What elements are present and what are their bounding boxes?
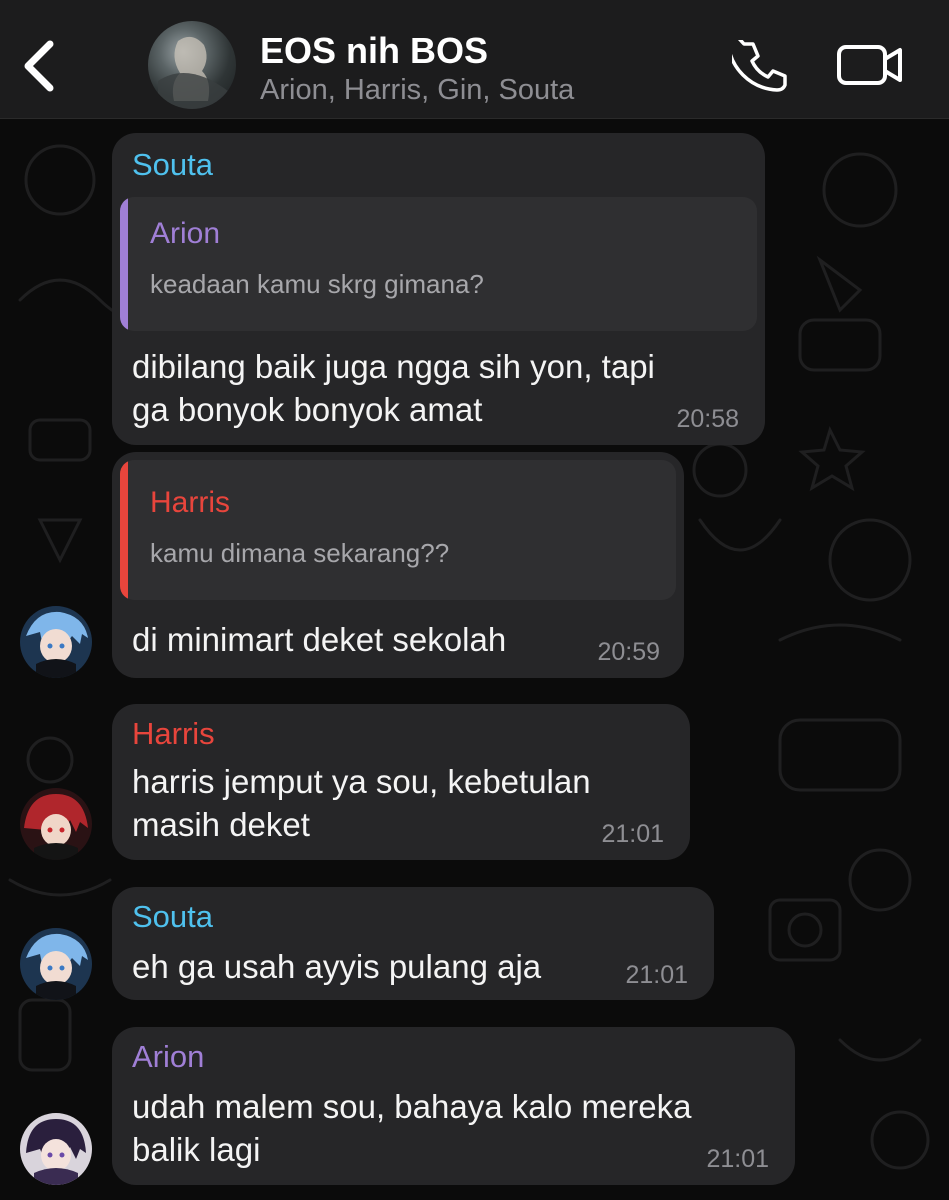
chat-header: EOS nih BOS Arion, Harris, Gin, Souta: [0, 0, 949, 119]
message-bubble-arion[interactable]: Arion udah malem sou, bahaya kalo mereka…: [112, 1027, 795, 1185]
reply-quote-text: keadaan kamu skrg gimana?: [150, 269, 484, 299]
message-time: 21:01: [625, 961, 688, 989]
message-time: 21:01: [706, 1145, 769, 1173]
back-button[interactable]: [18, 38, 62, 94]
avatar-souta[interactable]: [20, 606, 92, 678]
message-bubble-souta-3[interactable]: Souta eh ga usah ayyis pulang aja 21:01: [112, 887, 714, 1000]
video-camera-icon: [837, 45, 902, 85]
reply-quote[interactable]: Harris kamu dimana sekarang??: [120, 460, 676, 600]
message-bubble-souta-2[interactable]: Harris kamu dimana sekarang?? di minimar…: [112, 452, 684, 678]
reply-quote-sender: Arion: [150, 217, 221, 250]
group-avatar-image: [158, 36, 228, 109]
reply-quote-bar: [120, 197, 128, 331]
reply-quote-sender: Harris: [150, 486, 230, 519]
video-call-button[interactable]: [836, 42, 904, 88]
reply-quote-bar: [120, 460, 128, 600]
message-text: harris jemput ya sou, kebetulan masih de…: [132, 763, 591, 843]
message-sender: Souta: [132, 147, 214, 182]
avatar-harris-image: [20, 788, 92, 860]
avatar-souta[interactable]: [20, 928, 92, 1000]
message-text: udah malem sou, bahaya kalo mereka balik…: [132, 1088, 692, 1168]
chevron-left-icon: [24, 40, 54, 92]
message-sender: Souta: [132, 899, 214, 934]
reply-quote-text: kamu dimana sekarang??: [150, 538, 450, 568]
avatar-souta-image: [20, 606, 92, 678]
group-members[interactable]: Arion, Harris, Gin, Souta: [260, 74, 574, 107]
avatar-arion[interactable]: [20, 1113, 92, 1185]
group-avatar[interactable]: [148, 21, 236, 109]
voice-call-button[interactable]: [726, 31, 788, 92]
group-title[interactable]: EOS nih BOS: [260, 30, 488, 72]
reply-quote[interactable]: Arion keadaan kamu skrg gimana?: [120, 197, 757, 331]
message-time: 20:59: [597, 638, 660, 666]
message-text: dibilang baik juga ngga sih yon, tapi ga…: [132, 348, 655, 428]
avatar-souta-image: [20, 928, 92, 1000]
message-sender: Arion: [132, 1039, 205, 1074]
phone-icon: [726, 31, 787, 92]
message-time: 21:01: [601, 820, 664, 848]
message-bubble-souta-1[interactable]: Souta Arion keadaan kamu skrg gimana? di…: [112, 133, 765, 445]
message-text: eh ga usah ayyis pulang aja: [132, 948, 542, 985]
message-sender: Harris: [132, 716, 215, 751]
message-bubble-harris[interactable]: Harris harris jemput ya sou, kebetulan m…: [112, 704, 690, 860]
avatar-harris[interactable]: [20, 788, 92, 860]
message-text: di minimart deket sekolah: [132, 621, 507, 658]
avatar-arion-image: [20, 1113, 92, 1185]
message-time: 20:58: [676, 405, 739, 433]
